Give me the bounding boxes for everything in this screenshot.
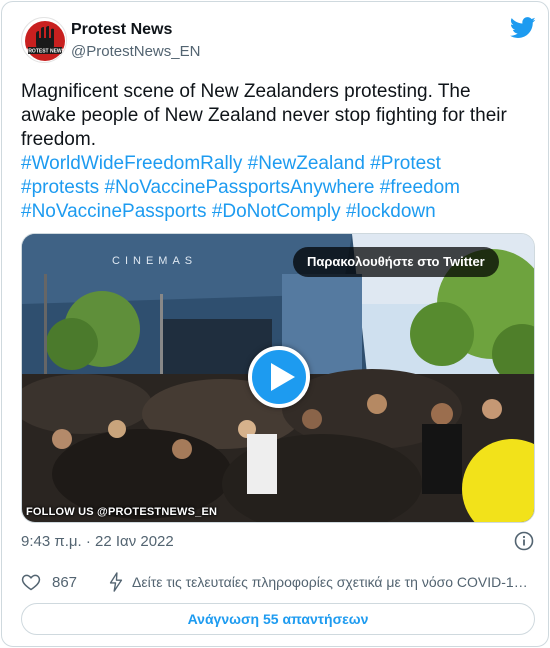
hashtag-line: #WorldWideFreedomRally #NewZealand #Prot… (21, 152, 533, 176)
play-icon (271, 363, 295, 391)
building-sign: CINEMAS (112, 255, 197, 267)
video-player[interactable]: CINEMAS Παρακολουθήστε στο Twitter FOLLO… (21, 233, 535, 523)
tweet-text-line: Magnificent scene of New Zealanders prot… (21, 81, 471, 102)
hashtag-line: #protests #NoVaccinePassportsAnywhere #f… (21, 176, 533, 200)
video-watermark: FOLLOW US @PROTESTNEWS_EN (26, 506, 218, 518)
twitter-bird-icon[interactable] (510, 17, 536, 39)
heart-icon[interactable] (21, 572, 41, 592)
watch-on-twitter-label: Παρακολουθήστε στο Twitter (307, 254, 485, 269)
hashtag-link[interactable]: #DoNotComply (212, 201, 341, 222)
like-count: 867 (52, 574, 78, 591)
hashtag-link[interactable]: #WorldWideFreedomRally (21, 153, 242, 174)
svg-text:PROTEST NEWS: PROTEST NEWS (25, 49, 66, 55)
hashtag-link[interactable]: #protests (21, 177, 99, 198)
tweet-text: Magnificent scene of New Zealanders prot… (21, 80, 533, 224)
lightning-icon (109, 572, 123, 592)
author-handle[interactable]: @ProtestNews_EN (71, 43, 200, 60)
hashtag-link[interactable]: #freedom (380, 177, 460, 198)
avatar[interactable]: PROTEST NEWS (21, 17, 67, 63)
avatar-logo-icon: PROTEST NEWS (23, 19, 66, 62)
tweet-card: PROTEST NEWS Protest News @ProtestNews_E… (1, 1, 549, 647)
hashtag-link[interactable]: #NewZealand (248, 153, 365, 174)
timestamp[interactable]: 9:43 π.μ. · 22 Ιαν 2022 (21, 533, 174, 550)
watch-on-twitter-button[interactable]: Παρακολουθήστε στο Twitter (293, 247, 499, 277)
hashtag-link[interactable]: #lockdown (346, 201, 436, 222)
covid-info-link[interactable]: Δείτε τις τελευταίες πληροφορίες σχετικά… (132, 574, 535, 590)
action-bar: 867 Δείτε τις τελευταίες πληροφορίες σχε… (21, 568, 535, 596)
tweet-text-line: awake people of New Zealand never stop f… (21, 105, 507, 126)
hashtag-link[interactable]: #Protest (370, 153, 441, 174)
hashtag-line: #NoVaccinePassports #DoNotComply #lockdo… (21, 200, 533, 224)
hashtag-link[interactable]: #NoVaccinePassportsAnywhere (104, 177, 374, 198)
hashtag-link[interactable]: #NoVaccinePassports (21, 201, 207, 222)
tweet-text-line: freedom. (21, 129, 96, 150)
author-name[interactable]: Protest News (71, 21, 172, 39)
read-replies-button[interactable]: Ανάγνωση 55 απαντήσεων (21, 603, 535, 635)
info-icon[interactable] (514, 531, 534, 551)
play-button[interactable] (248, 346, 310, 408)
